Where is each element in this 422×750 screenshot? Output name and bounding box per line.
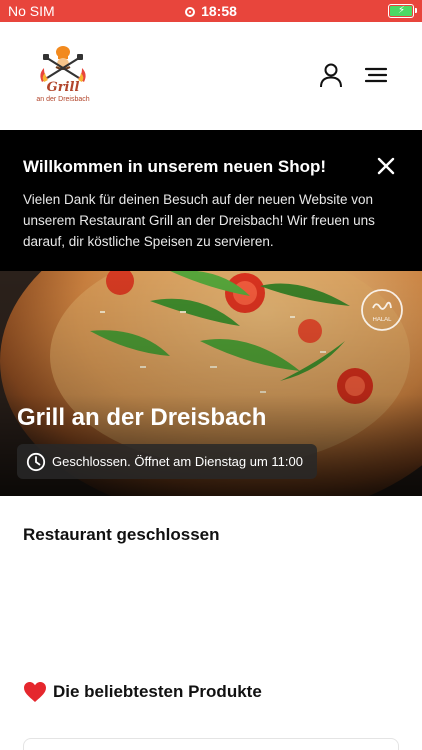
site-header: Grill an der Dreisbach	[0, 22, 422, 130]
closed-heading: Restaurant geschlossen	[23, 525, 220, 544]
user-icon[interactable]	[319, 62, 343, 88]
opening-status-pill: Geschlossen. Öffnet am Dienstag um 11:00	[17, 444, 317, 479]
banner-text: Vielen Dank für deinen Besuch auf der ne…	[23, 192, 375, 249]
halal-badge-icon: HALAL	[361, 289, 403, 331]
product-card[interactable]	[23, 738, 399, 750]
restaurant-title: Grill an der Dreisbach	[17, 404, 267, 431]
close-icon[interactable]	[376, 156, 396, 176]
opening-status-text: Geschlossen. Öffnet am Dienstag um 11:00	[52, 454, 303, 469]
screen-record-icon	[185, 7, 196, 17]
chef-grill-logo-icon	[40, 46, 86, 82]
heart-icon	[24, 682, 46, 702]
popular-products-title: Die beliebtesten Produkte	[53, 682, 262, 701]
halal-badge-text: HALAL	[372, 317, 392, 323]
status-bar: No SIM 18:58 ⚡	[0, 0, 422, 22]
clock-icon	[26, 452, 46, 472]
status-time: 18:58	[201, 3, 237, 19]
banner-title: Willkommen in unserem neuen Shop!	[23, 157, 327, 176]
logo-name: Grill	[46, 80, 80, 95]
hero-section: HALAL Grill an der Dreisbach Geschlossen…	[0, 271, 422, 496]
status-time-group: 18:58	[0, 3, 422, 19]
logo-tagline: an der Dreisbach	[36, 96, 90, 103]
restaurant-logo[interactable]: Grill an der Dreisbach	[32, 44, 94, 108]
battery-icon: ⚡	[388, 4, 417, 18]
menu-icon[interactable]	[365, 67, 387, 83]
welcome-banner: Willkommen in unserem neuen Shop! Vielen…	[0, 130, 422, 271]
